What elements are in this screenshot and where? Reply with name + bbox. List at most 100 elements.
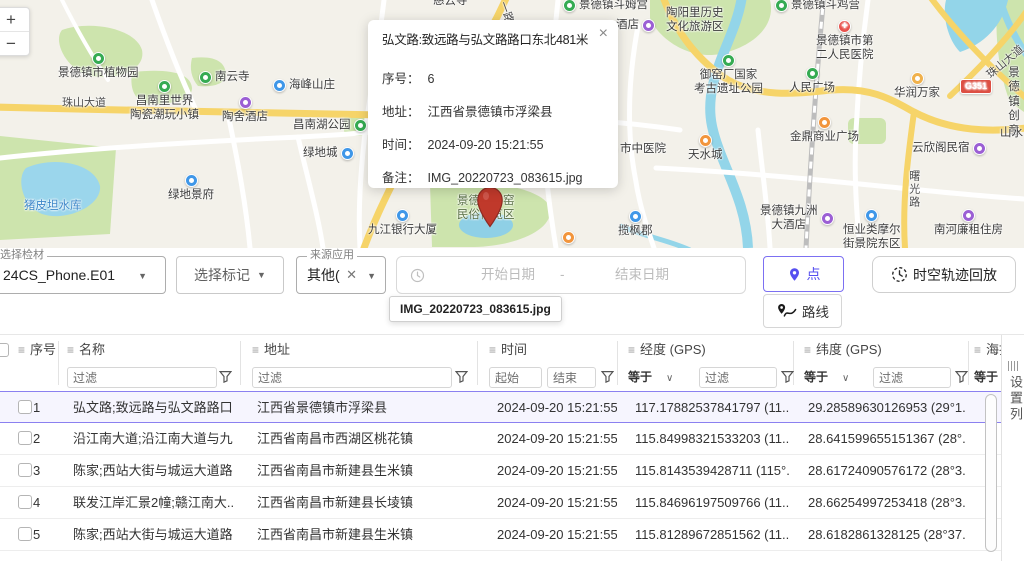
popup-field-value: IMG_20220723_083615.jpg bbox=[427, 171, 583, 185]
green-poi-icon bbox=[199, 70, 212, 84]
close-icon[interactable]: × bbox=[599, 26, 608, 42]
column-header-lng[interactable]: ≡ 经度 (GPS) bbox=[628, 335, 706, 364]
poi-label: 人民广场 bbox=[789, 82, 835, 94]
column-header-alt[interactable]: ≡海拔 bbox=[974, 335, 1002, 364]
cell-num: 1 bbox=[33, 400, 41, 415]
columns-icon bbox=[1008, 361, 1018, 371]
table-row[interactable]: 5 陈家;西站大街与城运大道路... 江西省南昌市新建县生米镇 2024-09-… bbox=[0, 519, 1002, 551]
purple-hotel-icon bbox=[820, 211, 834, 225]
name-filter-input[interactable] bbox=[67, 367, 217, 388]
poi-label: 景德镇市植物园 bbox=[58, 67, 139, 79]
mark-select[interactable]: 选择标记 ▼ bbox=[176, 256, 284, 294]
alt-operator-select[interactable]: 等于 bbox=[974, 367, 1000, 388]
road-label: 曙光路 bbox=[907, 170, 920, 209]
blue-poi-icon bbox=[396, 209, 409, 222]
row-checkbox[interactable] bbox=[18, 495, 32, 509]
column-header-num[interactable]: ≡ 序号 bbox=[18, 335, 56, 364]
poi-label: 揽枫郡 bbox=[618, 225, 653, 237]
drag-handle-icon[interactable]: ≡ bbox=[489, 343, 496, 357]
date-range-picker[interactable]: 开始日期 - 结束日期 bbox=[396, 256, 746, 294]
cell-num: 3 bbox=[33, 463, 41, 478]
column-header-time[interactable]: ≡ 时间 bbox=[489, 335, 527, 364]
lat-filter-input[interactable] bbox=[873, 367, 951, 388]
route-mode-button[interactable]: 路线 bbox=[763, 294, 842, 328]
select-all-checkbox[interactable] bbox=[0, 343, 9, 357]
results-table: ≡序号 ≡名称 ≡地址 ≡时间 ≡经度 (GPS) ≡纬度 (GPS) ≡海拔 … bbox=[0, 334, 1024, 561]
purple-hotel-icon bbox=[642, 18, 655, 32]
material-select[interactable]: 选择检材 24CS_Phone.E01 ▼ bbox=[0, 249, 166, 294]
cell-time: 2024-09-20 15:21:55 bbox=[497, 463, 617, 478]
clock-icon bbox=[410, 268, 425, 283]
poi-label: 九江银行大厦 bbox=[368, 224, 437, 236]
cell-name: 陈家;西站大街与城运大道路... bbox=[73, 463, 233, 478]
poi-label: 云欣阁民宿 bbox=[912, 142, 970, 154]
poi-label: 天水城 bbox=[688, 149, 723, 161]
green-poi-icon bbox=[563, 0, 576, 12]
source-app-select[interactable]: 来源应用 其他( ✕ ▼ bbox=[296, 249, 386, 294]
dashed-clock-icon bbox=[892, 267, 907, 282]
point-mode-button[interactable]: 点 bbox=[763, 256, 844, 292]
map-info-popup: 弘文路:致远路与弘文路路口东北481米 × 序号： 6 地址： 江西省景德镇市浮梁县… bbox=[368, 20, 618, 188]
row-checkbox[interactable] bbox=[18, 527, 32, 541]
drag-handle-icon[interactable]: ≡ bbox=[67, 343, 74, 357]
drag-handle-icon[interactable]: ≡ bbox=[974, 343, 981, 357]
map-canvas[interactable]: 慈云寺 景德镇斗姆宫 景德镇斗鸡营 酒店 陶阳里历史 文化旅游区 景德镇市第 二… bbox=[0, 0, 1024, 248]
table-row[interactable]: 3 陈家;西站大街与城运大道路... 江西省南昌市新建县生米镇 2024-09-… bbox=[0, 455, 1002, 487]
route-pin-icon bbox=[778, 304, 797, 317]
column-header-lat[interactable]: ≡ 纬度 (GPS) bbox=[804, 335, 882, 364]
end-date-placeholder[interactable]: 结束日期 bbox=[597, 257, 687, 293]
clear-icon[interactable]: ✕ bbox=[346, 267, 357, 283]
lng-operator-select[interactable]: 等于 ∨ bbox=[628, 367, 673, 388]
drag-handle-icon[interactable]: ≡ bbox=[628, 343, 635, 357]
filter-funnel-icon[interactable] bbox=[955, 370, 968, 383]
lat-operator-select[interactable]: 等于 ∨ bbox=[804, 367, 849, 388]
table-row[interactable]: 1 弘文路;致远路与弘文路路口... 江西省景德镇市浮梁县 2024-09-20… bbox=[0, 391, 1002, 423]
filter-funnel-icon[interactable] bbox=[219, 370, 232, 383]
poi-label: 景德镇市第 二人民医院 bbox=[816, 35, 874, 62]
addr-filter-input[interactable] bbox=[252, 367, 452, 388]
cell-name: 联发江岸汇景2幢;赣江南大... bbox=[73, 495, 233, 510]
time-end-filter-input[interactable] bbox=[547, 367, 596, 388]
green-poi-icon bbox=[91, 52, 105, 65]
zoom-out-button[interactable]: − bbox=[0, 32, 29, 55]
poi-label: 海峰山庄 bbox=[289, 79, 335, 91]
filter-funnel-icon[interactable] bbox=[601, 370, 614, 383]
popup-field-value: 江西省景德镇市浮梁县 bbox=[427, 105, 553, 119]
cell-num: 2 bbox=[33, 431, 41, 446]
vertical-scrollbar[interactable] bbox=[985, 394, 997, 552]
row-checkbox[interactable] bbox=[18, 400, 32, 414]
column-header-addr[interactable]: ≡ 地址 bbox=[252, 335, 290, 364]
drag-handle-icon[interactable]: ≡ bbox=[804, 343, 811, 357]
filter-funnel-icon[interactable] bbox=[455, 370, 468, 383]
popup-field-label: 备注： bbox=[382, 171, 420, 185]
filter-funnel-icon[interactable] bbox=[781, 370, 794, 383]
cell-time: 2024-09-20 15:21:55 bbox=[497, 527, 617, 542]
table-row[interactable]: 2 沿江南大道;沿江南大道与九... 江西省南昌市西湖区桃花镇 2024-09-… bbox=[0, 423, 1002, 455]
poi-label: 陶阳里历史 文化旅游区 bbox=[666, 7, 724, 34]
map-marker-icon[interactable] bbox=[476, 186, 504, 228]
row-checkbox[interactable] bbox=[18, 463, 32, 477]
cell-lng: 115.84998321533203 (11... bbox=[635, 431, 790, 446]
replay-track-button[interactable]: 时空轨迹回放 bbox=[872, 256, 1016, 293]
cell-addr: 江西省景德镇市浮梁县 bbox=[257, 400, 388, 415]
blue-poi-icon bbox=[340, 146, 354, 160]
table-row[interactable]: 4 联发江岸汇景2幢;赣江南大... 江西省南昌市新建县长堎镇 2024-09-… bbox=[0, 487, 1002, 519]
lng-filter-input[interactable] bbox=[699, 367, 777, 388]
blue-poi-icon bbox=[628, 210, 642, 223]
cell-num: 4 bbox=[33, 495, 41, 510]
yellow-shop-icon bbox=[910, 72, 924, 85]
column-settings-panel[interactable]: 设置列 bbox=[1001, 335, 1024, 561]
toolbar: 选择检材 24CS_Phone.E01 ▼ 选择标记 ▼ 来源应用 其他( ✕ … bbox=[0, 248, 1024, 334]
orange-poi-icon bbox=[562, 231, 575, 244]
popup-field-label: 地址： bbox=[382, 105, 420, 119]
drag-handle-icon[interactable]: ≡ bbox=[18, 343, 25, 357]
map-zoom-control[interactable]: + − bbox=[0, 7, 30, 56]
time-start-filter-input[interactable] bbox=[489, 367, 542, 388]
cell-name: 弘文路;致远路与弘文路路口... bbox=[73, 400, 233, 415]
start-date-placeholder[interactable]: 开始日期 bbox=[463, 257, 553, 293]
zoom-in-button[interactable]: + bbox=[0, 8, 29, 32]
chevron-down-icon: ▼ bbox=[367, 271, 376, 281]
column-header-name[interactable]: ≡ 名称 bbox=[67, 335, 105, 364]
drag-handle-icon[interactable]: ≡ bbox=[252, 343, 259, 357]
row-checkbox[interactable] bbox=[18, 431, 32, 445]
